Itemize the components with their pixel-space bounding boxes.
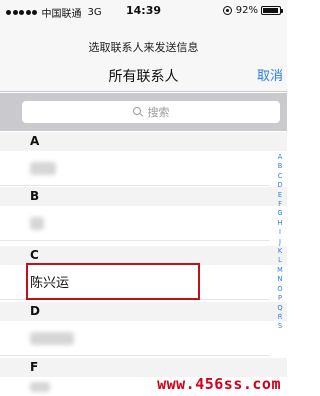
status-bar: 中国联通 3G 14:39 92%: [0, 0, 287, 22]
header-prompt: 选取联系人来发送信息: [88, 41, 199, 54]
section-header-c: C: [0, 246, 287, 265]
watermark: www.456ss.com: [157, 375, 281, 393]
contact-row[interactable]: [0, 321, 270, 356]
contact-name: 陈兴运: [30, 276, 70, 291]
section-header-d: D: [0, 302, 287, 321]
index-letter-a[interactable]: A: [278, 153, 283, 162]
status-right: 92%: [222, 5, 283, 16]
index-letter-e[interactable]: E: [278, 191, 282, 200]
navigation-header: 选取联系人来发送信息 所有联系人 取消: [0, 22, 287, 92]
search-input[interactable]: 搜索: [22, 101, 280, 123]
index-letter-j[interactable]: J: [279, 238, 281, 247]
index-letter-o[interactable]: O: [277, 285, 282, 294]
index-letter-f[interactable]: F: [278, 200, 282, 209]
index-letter-p[interactable]: P: [278, 294, 282, 303]
index-letter-k[interactable]: K: [278, 247, 282, 256]
index-letter-d[interactable]: D: [277, 181, 282, 190]
index-letter-c[interactable]: C: [278, 172, 283, 181]
search-placeholder: 搜索: [147, 106, 170, 119]
index-letter-h[interactable]: H: [278, 219, 283, 228]
index-letter-s[interactable]: S: [278, 322, 282, 331]
index-letter-r[interactable]: R: [278, 313, 283, 322]
index-letter-m[interactable]: M: [277, 266, 283, 275]
search-icon: [132, 107, 143, 117]
battery-icon: [261, 6, 283, 15]
contact-row-chen-xingyun[interactable]: 陈兴运: [0, 265, 270, 300]
blurred-contact-name: [30, 162, 56, 175]
battery-fill: [263, 8, 278, 13]
index-letter-i[interactable]: I: [279, 228, 281, 237]
contact-row[interactable]: [0, 151, 270, 186]
contact-row[interactable]: [0, 206, 270, 241]
section-header-b: B: [0, 187, 287, 206]
blurred-contact-name: [30, 382, 50, 392]
blurred-contact-name: [30, 217, 44, 230]
battery-percent: 92%: [235, 5, 258, 16]
rotation-lock-icon: [222, 6, 232, 15]
index-letter-l[interactable]: L: [278, 256, 282, 265]
page-title: 所有联系人: [108, 69, 179, 85]
index-letter-n[interactable]: N: [278, 275, 283, 284]
index-letter-g[interactable]: G: [277, 209, 282, 218]
section-header-a: A: [0, 132, 287, 151]
index-letter-q[interactable]: Q: [277, 304, 282, 313]
blurred-contact-name: [30, 332, 74, 345]
cancel-button[interactable]: 取消: [257, 65, 283, 84]
index-letter-b[interactable]: B: [278, 162, 283, 171]
alphabet-index[interactable]: ABCDEFGHIJKLMNOPQRS: [275, 153, 285, 332]
search-bar: 搜索: [0, 93, 287, 131]
